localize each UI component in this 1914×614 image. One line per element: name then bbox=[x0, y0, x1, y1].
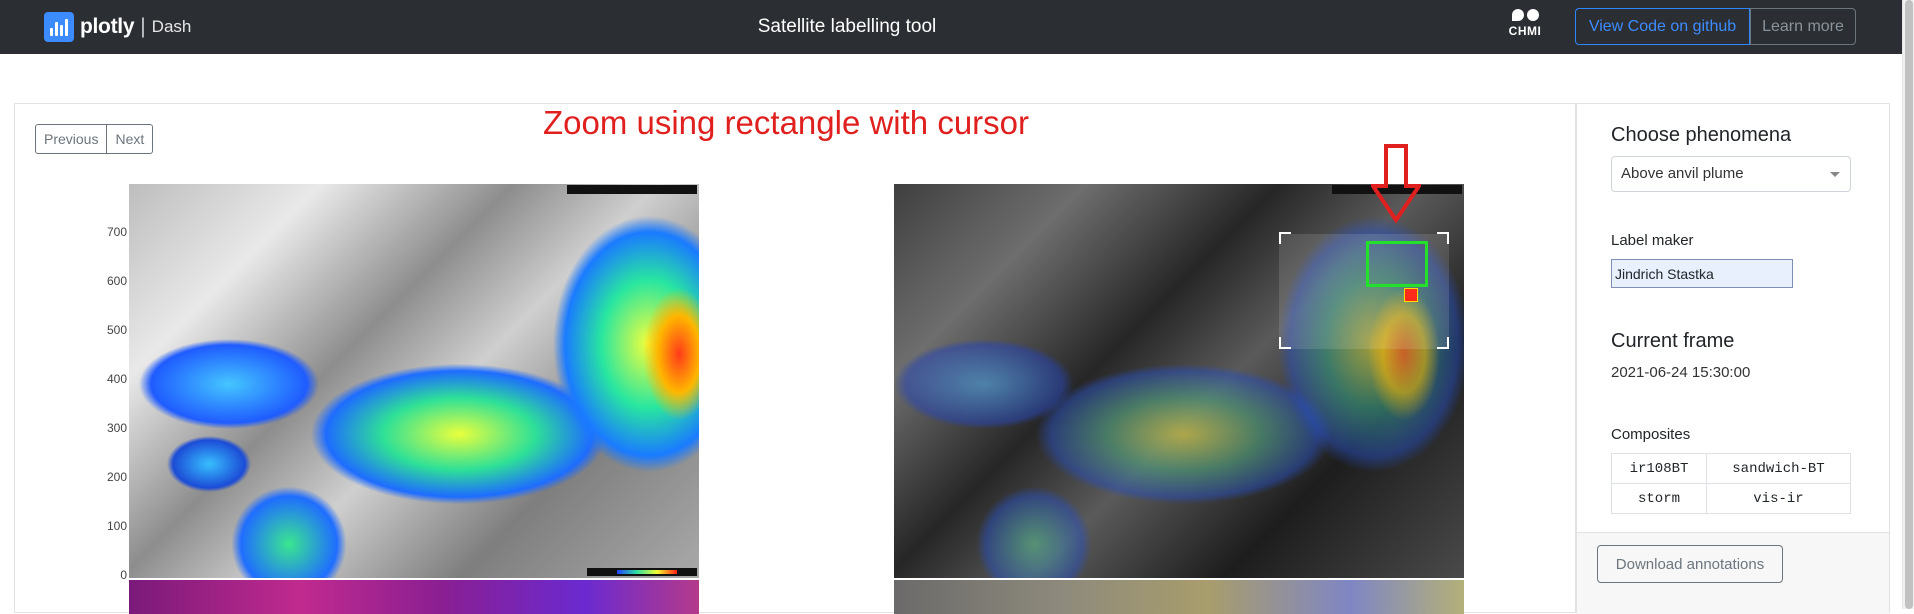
y-tick: 700 bbox=[106, 225, 127, 239]
view-code-github-button[interactable]: View Code on github bbox=[1575, 8, 1750, 45]
y-tick: 400 bbox=[106, 372, 127, 386]
satellite-image-composite[interactable] bbox=[894, 184, 1464, 614]
zoom-corner-tr-icon bbox=[1437, 232, 1449, 244]
y-tick: 200 bbox=[106, 470, 127, 484]
composites-heading: Composites bbox=[1611, 426, 1691, 443]
frame-pager: Previous Next bbox=[35, 124, 154, 154]
chmi-logo: CHMI bbox=[1504, 7, 1546, 45]
timestamp-overlay bbox=[567, 185, 697, 194]
next-button[interactable]: Next bbox=[107, 124, 154, 154]
satellite-image-raw[interactable] bbox=[129, 184, 699, 614]
zoom-corner-br-icon bbox=[1437, 337, 1449, 349]
app-title: Satellite labelling tool bbox=[757, 16, 937, 37]
satellite-frame-composite[interactable] bbox=[894, 184, 1464, 578]
zoom-rectangle[interactable] bbox=[1366, 241, 1428, 287]
arrow-down-icon bbox=[1371, 144, 1421, 224]
label-maker-input[interactable] bbox=[1611, 259, 1793, 288]
y-tick: 500 bbox=[106, 323, 127, 337]
control-sidebar: Choose phenomena Above anvil plume Label… bbox=[1576, 103, 1890, 614]
y-tick: 100 bbox=[106, 519, 127, 533]
label-maker-heading: Label maker bbox=[1611, 232, 1694, 249]
page-scrollbar[interactable] bbox=[1902, 0, 1914, 609]
chmi-logo-icon bbox=[1504, 9, 1546, 21]
composite-ir108bt[interactable]: ir108BT bbox=[1611, 453, 1707, 484]
annotation-marker[interactable] bbox=[1404, 288, 1418, 302]
y-tick: 0 bbox=[120, 568, 127, 582]
composite-vis-ir[interactable]: vis-ir bbox=[1706, 483, 1851, 514]
composite-sandwich-bt[interactable]: sandwich-BT bbox=[1706, 453, 1851, 484]
phenomena-dropdown[interactable]: Above anvil plume bbox=[1611, 156, 1851, 192]
colorbar-legend bbox=[587, 568, 697, 576]
chevron-down-icon[interactable] bbox=[1830, 172, 1840, 177]
current-frame-heading: Current frame bbox=[1611, 330, 1735, 352]
sidebar-footer: Download annotations bbox=[1577, 532, 1889, 614]
y-tick: 300 bbox=[106, 421, 127, 435]
learn-more-button[interactable]: Learn more bbox=[1750, 8, 1856, 45]
phenomena-heading: Choose phenomena bbox=[1611, 124, 1792, 146]
current-frame-value: 2021-06-24 15:30:00 bbox=[1611, 364, 1751, 381]
top-navbar: plotly | Dash Satellite labelling tool C… bbox=[0, 0, 1902, 54]
composites-table: ir108BT sandwich-BT storm vis-ir bbox=[1611, 453, 1851, 514]
satellite-frame-raw[interactable] bbox=[129, 184, 699, 578]
previous-button[interactable]: Previous bbox=[35, 124, 108, 154]
table-row: storm vis-ir bbox=[1611, 483, 1851, 514]
zoom-corner-bl-icon bbox=[1279, 337, 1291, 349]
scrollbar-thumb[interactable] bbox=[1905, 0, 1913, 609]
zoom-corner-tl-icon bbox=[1279, 232, 1291, 244]
y-tick: 600 bbox=[106, 274, 127, 288]
composite-storm[interactable]: storm bbox=[1611, 483, 1707, 514]
download-annotations-button[interactable]: Download annotations bbox=[1597, 545, 1783, 583]
table-row: ir108BT sandwich-BT bbox=[1611, 453, 1851, 484]
zoom-hint: Zoom using rectangle with cursor bbox=[542, 104, 1030, 141]
chmi-logo-text: CHMI bbox=[1508, 24, 1542, 38]
phenomena-selected-value: Above anvil plume bbox=[1621, 165, 1744, 182]
main-panel: Previous Next Zoom using rectangle with … bbox=[14, 103, 1576, 614]
